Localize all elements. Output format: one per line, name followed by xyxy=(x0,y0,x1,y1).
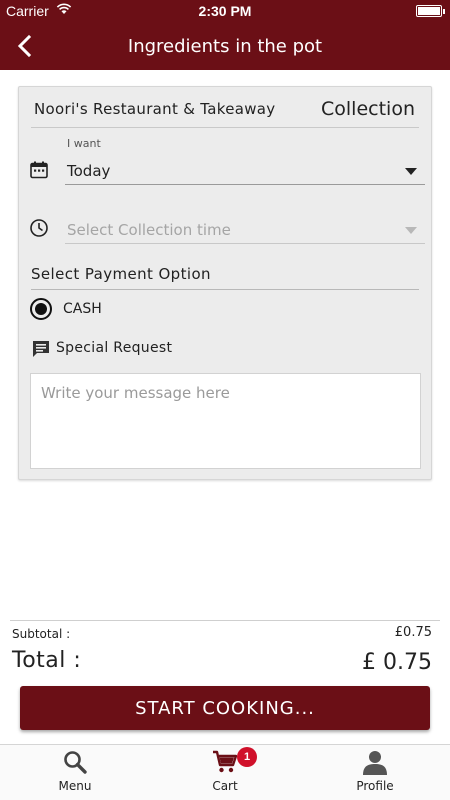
order-details-card: Noori's Restaurant & Takeaway Collection… xyxy=(18,86,432,480)
payment-divider xyxy=(31,289,419,290)
header-divider xyxy=(31,127,419,128)
collection-time-select[interactable]: Select Collection time xyxy=(65,214,425,244)
tab-menu[interactable]: Menu xyxy=(0,745,150,800)
page-title: Ingredients in the pot xyxy=(127,36,323,57)
tab-profile-label: Profile xyxy=(356,779,394,793)
status-time: 2:30 PM xyxy=(198,3,252,19)
dropdown-arrow-icon xyxy=(405,168,417,175)
total-value: £ 0.75 xyxy=(362,650,432,675)
start-cooking-button[interactable]: START COOKING... xyxy=(20,686,430,730)
cart-count-badge: 1 xyxy=(237,747,257,767)
clock-icon xyxy=(29,218,49,238)
order-type-label: Collection xyxy=(321,98,415,120)
date-select[interactable]: Today xyxy=(65,155,425,185)
tab-cart[interactable]: 1 Cart xyxy=(150,745,300,800)
app-header: Ingredients in the pot xyxy=(0,22,450,70)
person-icon xyxy=(362,749,388,775)
payment-section-title: Select Payment Option xyxy=(31,265,211,283)
collection-time-placeholder: Select Collection time xyxy=(67,221,231,239)
total-label: Total : xyxy=(12,648,82,673)
cart-icon xyxy=(212,749,238,775)
special-request-input[interactable] xyxy=(30,373,421,469)
cash-radio[interactable] xyxy=(30,298,52,320)
message-icon xyxy=(31,339,51,359)
restaurant-name: Noori's Restaurant & Takeaway xyxy=(34,100,276,118)
bottom-tab-bar: Menu 1 Cart Profile xyxy=(0,744,450,800)
cash-option-label[interactable]: CASH xyxy=(63,301,102,317)
subtotal-value: £0.75 xyxy=(394,625,432,640)
status-bar: Carrier 2:30 PM xyxy=(0,0,450,22)
tab-menu-label: Menu xyxy=(58,779,92,793)
battery-icon xyxy=(416,5,445,17)
subtotal-label: Subtotal : xyxy=(12,627,71,641)
tab-profile[interactable]: Profile xyxy=(300,745,450,800)
date-field-label: I want xyxy=(67,137,101,150)
special-request-label: Special Request xyxy=(56,340,173,356)
calendar-icon xyxy=(29,160,49,180)
dropdown-arrow-icon xyxy=(405,227,417,234)
tab-cart-label: Cart xyxy=(212,779,238,793)
date-value: Today xyxy=(67,162,111,180)
summary-divider xyxy=(10,620,440,621)
search-icon xyxy=(62,749,88,775)
